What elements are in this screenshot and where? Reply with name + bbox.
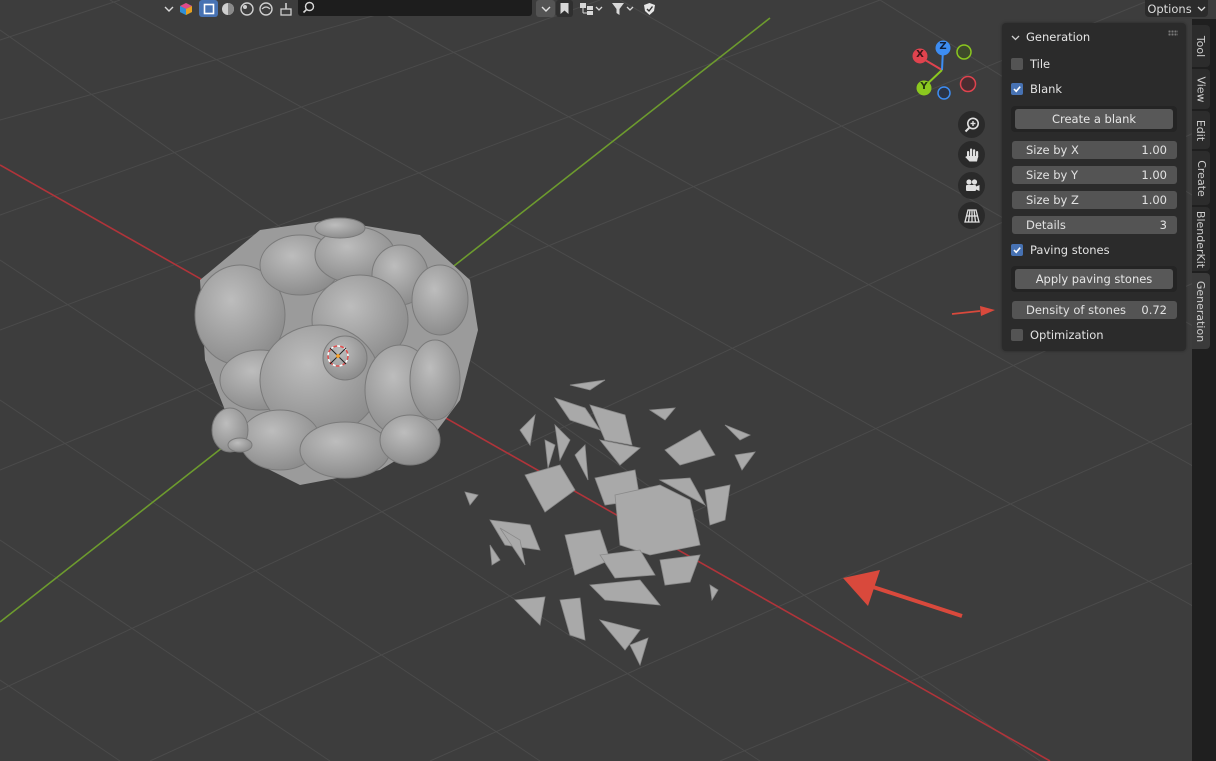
camera-icon (965, 178, 979, 191)
funnel-icon (612, 2, 634, 15)
details-label: Details (1026, 218, 1066, 232)
tab-view[interactable]: View (1192, 69, 1210, 109)
tile-checkbox[interactable]: Tile (1011, 54, 1050, 74)
optimization-label: Optimization (1030, 328, 1104, 342)
tab-blenderkit-label: BlenderKit (1194, 210, 1208, 268)
hierarchy-icon (580, 2, 603, 15)
wireframe-shading-button[interactable] (199, 0, 218, 17)
density-of-stones-field[interactable]: Density of stones 0.72 (1012, 301, 1177, 319)
create-blank-container: Create a blank (1011, 106, 1177, 132)
size-z-value: 1.00 (1141, 193, 1167, 207)
rendered-shading-button[interactable] (257, 0, 275, 17)
generation-panel: Generation Tile Blank Create a blank Siz… (1002, 23, 1186, 351)
material-preview-button[interactable] (238, 0, 256, 17)
create-blank-button[interactable]: Create a blank (1015, 109, 1173, 129)
details-field[interactable]: Details 3 (1012, 216, 1177, 234)
bookmark-button[interactable] (556, 0, 573, 17)
zoom-in-icon (964, 117, 979, 132)
sidebar-tabs: Tool View Edit Create BlenderKit Generat… (1192, 19, 1216, 761)
tab-tool-label: Tool (1194, 35, 1208, 57)
chevron-down-icon (1011, 35, 1020, 40)
cleanup-brush-button[interactable] (277, 0, 295, 17)
rendered-sphere-icon (259, 1, 273, 16)
apply-paving-container: Apply paving stones (1011, 266, 1177, 292)
panel-title: Generation (1026, 30, 1091, 44)
zoom-button[interactable] (958, 111, 985, 138)
tab-edit[interactable]: Edit (1192, 111, 1210, 149)
solid-sphere-icon (222, 2, 234, 15)
apply-paving-stones-button[interactable]: Apply paving stones (1015, 269, 1173, 289)
size-x-value: 1.00 (1141, 143, 1167, 157)
tab-create-label: Create (1194, 159, 1208, 197)
size-z-label: Size by Z (1026, 193, 1079, 207)
size-x-field[interactable]: Size by X 1.00 (1012, 141, 1177, 159)
brush-icon (280, 2, 292, 16)
filter-button[interactable] (608, 0, 638, 17)
checkmark-icon (1013, 247, 1021, 254)
grid-perspective-icon (963, 208, 980, 223)
tab-create[interactable]: Create (1192, 151, 1210, 205)
gizmo-x-label: X (916, 49, 924, 60)
search-icon (302, 1, 315, 14)
shield-button[interactable] (640, 0, 658, 17)
dropdown-chevron-icon[interactable] (163, 0, 175, 17)
blank-checkbox[interactable]: Blank (1011, 79, 1062, 99)
camera-view-button[interactable] (958, 172, 985, 199)
tile-label: Tile (1030, 57, 1051, 71)
paving-stones-checkbox[interactable]: Paving stones (1011, 240, 1110, 260)
panel-header[interactable]: Generation (1011, 27, 1090, 47)
perspective-toggle-button[interactable] (958, 202, 985, 229)
tab-blenderkit[interactable]: BlenderKit (1192, 207, 1210, 271)
tab-edit-label: Edit (1194, 119, 1208, 141)
material-sphere-icon (240, 1, 254, 16)
tab-generation-label: Generation (1194, 280, 1208, 342)
optimization-checkbox[interactable]: Optimization (1011, 325, 1104, 345)
object-type-visibility-icon[interactable] (179, 0, 193, 17)
details-value: 3 (1159, 218, 1167, 232)
pan-button[interactable] (958, 141, 985, 168)
tab-tool[interactable]: Tool (1192, 25, 1210, 67)
chevron-down-icon (1197, 6, 1206, 12)
blank-checkbox-box[interactable] (1011, 83, 1023, 95)
options-button[interactable]: Options (1145, 0, 1208, 17)
options-label: Options (1147, 1, 1192, 16)
blank-label: Blank (1030, 82, 1063, 96)
tile-checkbox-box[interactable] (1011, 58, 1023, 70)
optimization-checkbox-box[interactable] (1011, 329, 1023, 341)
solid-shading-button[interactable] (219, 0, 237, 17)
filter-dropdown-button[interactable] (536, 0, 555, 17)
size-y-field[interactable]: Size by Y 1.00 (1012, 166, 1177, 184)
bookmark-icon (560, 3, 569, 14)
gizmo-y-label: Y (920, 81, 928, 92)
size-y-value: 1.00 (1141, 168, 1167, 182)
search-input[interactable] (298, 0, 532, 16)
hierarchy-view-button[interactable] (576, 0, 606, 17)
checkmark-icon (1013, 86, 1021, 93)
shield-icon (643, 2, 655, 15)
size-z-field[interactable]: Size by Z 1.00 (1012, 191, 1177, 209)
density-value: 0.72 (1141, 303, 1167, 317)
chevron-down-icon (541, 6, 550, 12)
square-icon (203, 3, 214, 14)
tab-view-label: View (1194, 75, 1208, 103)
paving-stones-label: Paving stones (1030, 243, 1110, 257)
size-x-label: Size by X (1026, 143, 1079, 157)
drag-handle-icon[interactable] (1168, 30, 1178, 36)
gizmo-z-label: Z (939, 41, 947, 52)
density-label: Density of stones (1026, 303, 1127, 317)
paving-stones-checkbox-box[interactable] (1011, 244, 1023, 256)
stone-block-object[interactable] (194, 217, 478, 485)
size-y-label: Size by Y (1026, 168, 1079, 182)
tab-generation[interactable]: Generation (1192, 273, 1210, 349)
hand-icon (964, 148, 978, 161)
